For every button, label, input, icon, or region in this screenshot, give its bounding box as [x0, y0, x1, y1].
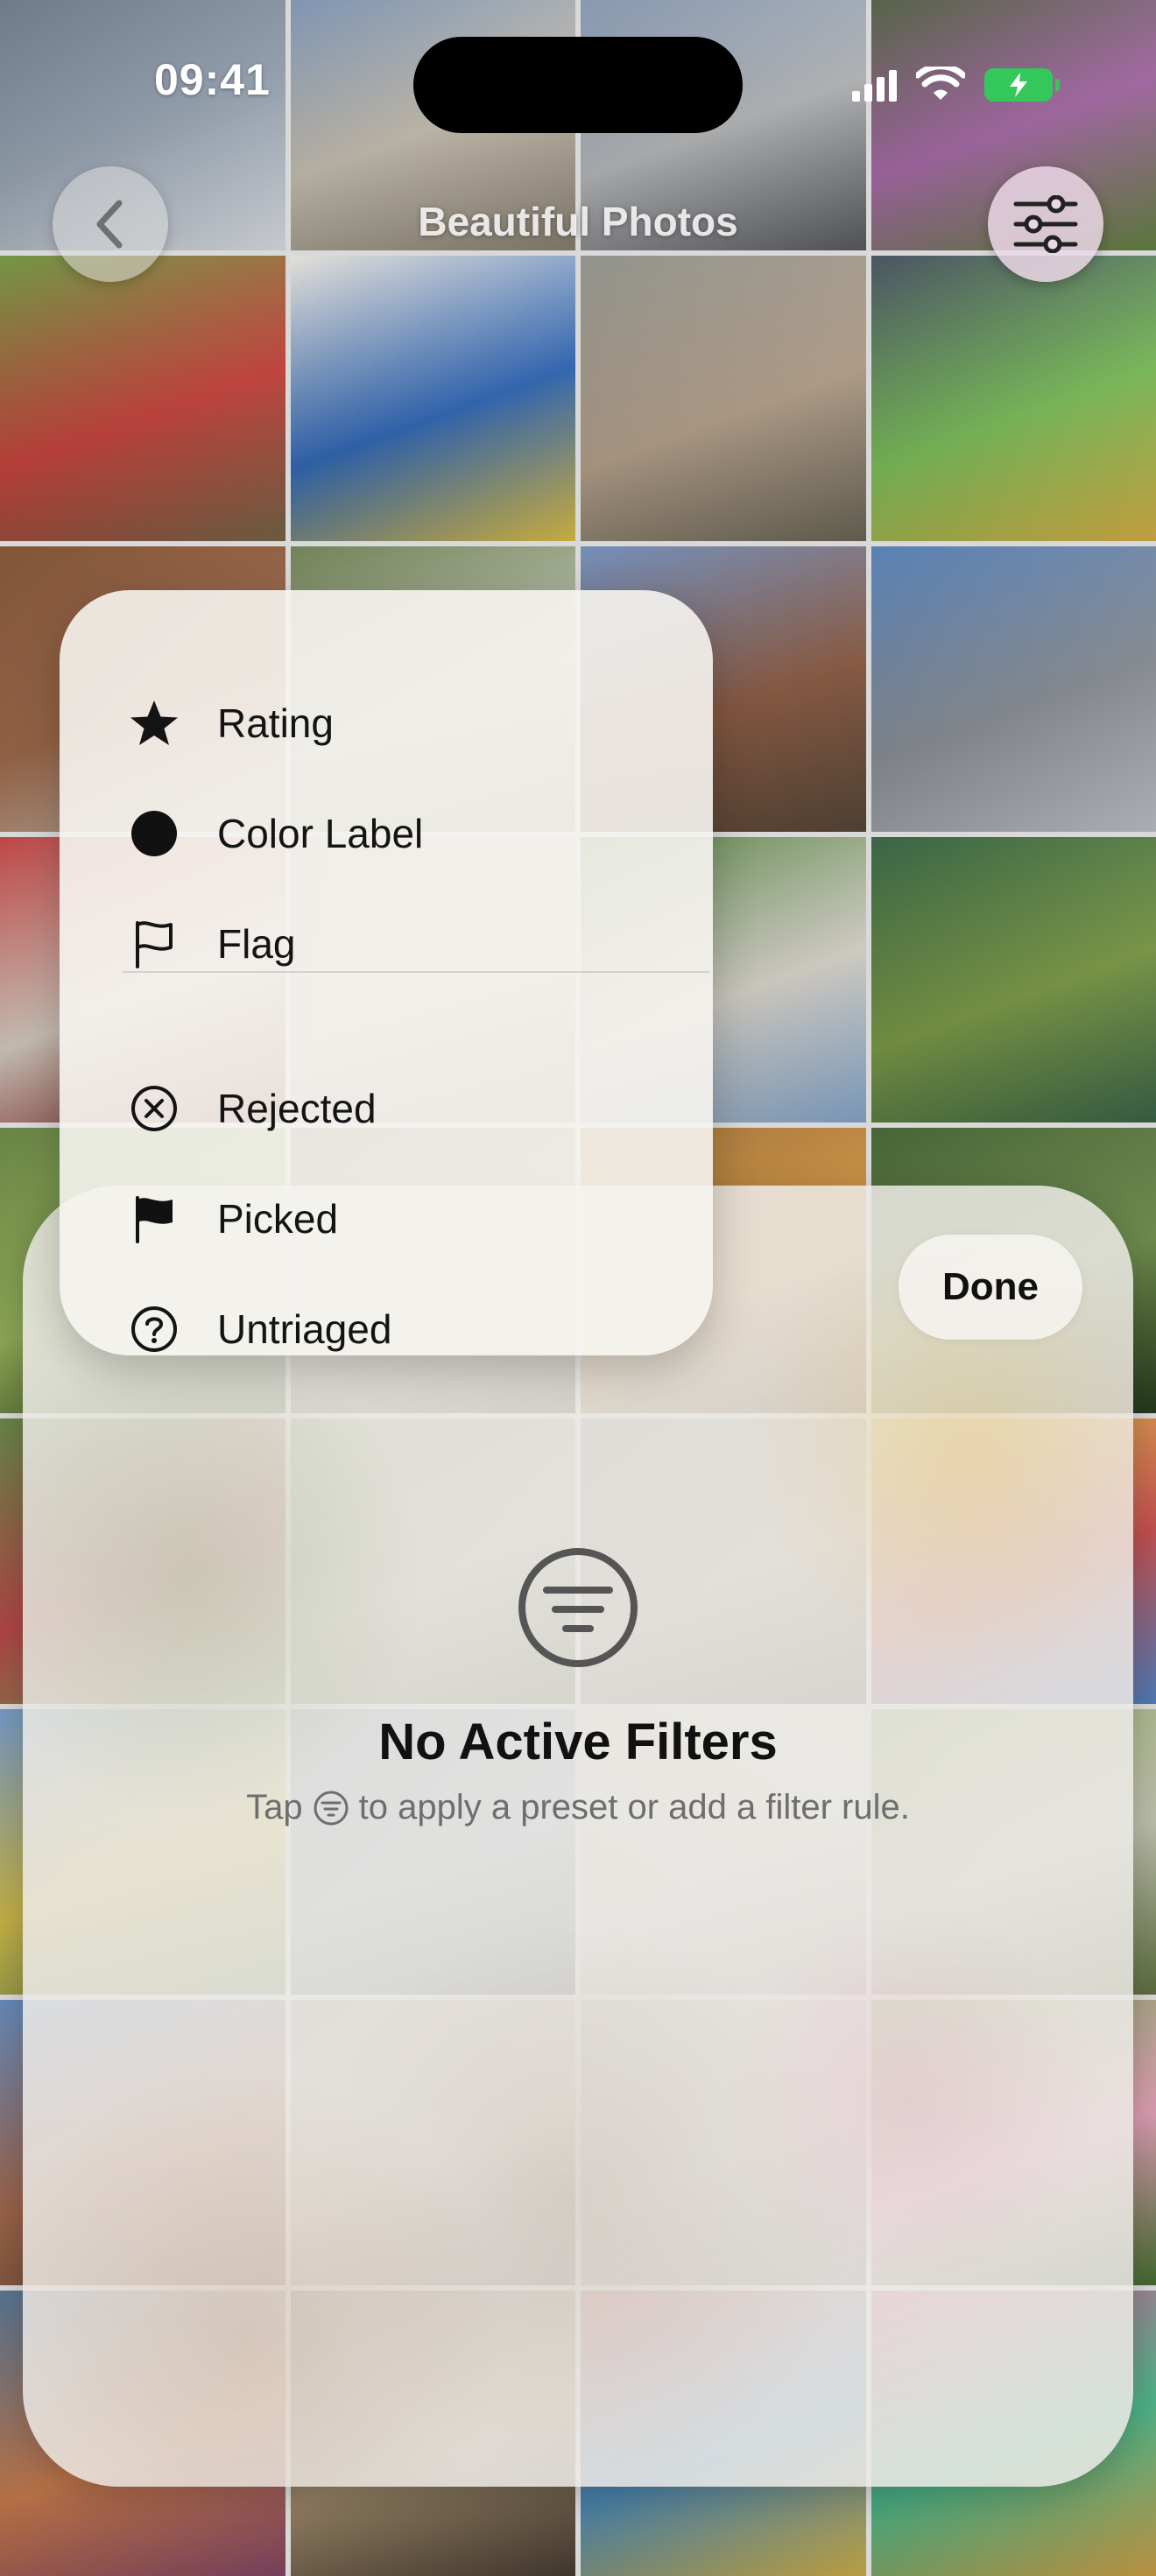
- filled-circle-icon: [128, 807, 180, 860]
- charging-bolt-icon: [1007, 72, 1030, 98]
- flag-filled-icon: [128, 1193, 180, 1245]
- menu-item-rejected[interactable]: Rejected: [60, 1056, 713, 1161]
- menu-item-untriaged[interactable]: Untriaged: [60, 1277, 713, 1355]
- sheet-backdrop: [23, 1186, 1133, 2487]
- photo-toy-and-package[interactable]: [291, 256, 576, 541]
- question-circle-icon: [128, 1303, 180, 1355]
- sliders-icon: [1012, 195, 1079, 253]
- menu-item-label: Picked: [217, 1195, 338, 1242]
- empty-state-subtitle: Tap to apply a preset or add a filter ru…: [23, 1788, 1133, 1827]
- menu-item-picked[interactable]: Picked: [60, 1166, 713, 1271]
- battery-icon: [984, 68, 1053, 102]
- done-button[interactable]: Done: [899, 1235, 1082, 1340]
- wifi-icon: [916, 67, 965, 103]
- empty-subtitle-prefix: Tap: [246, 1788, 303, 1827]
- filter-type-menu: Rating Color Label Flag Rejected Picked …: [60, 590, 713, 1355]
- menu-item-rating[interactable]: Rating: [60, 671, 713, 776]
- photo-graduation[interactable]: [871, 837, 1156, 1123]
- photo-bare-trees[interactable]: [581, 256, 866, 541]
- menu-item-label: Rejected: [217, 1085, 377, 1132]
- empty-subtitle-suffix: to apply a preset or add a filter rule.: [359, 1788, 910, 1827]
- filter-sheet: Done No Active Filters Tap to apply a pr…: [23, 1186, 1133, 2487]
- menu-item-color-label[interactable]: Color Label: [60, 781, 713, 886]
- photo-tulip-field[interactable]: [0, 256, 285, 541]
- menu-item-label: Flag: [217, 920, 295, 968]
- cellular-signal-icon: [852, 68, 897, 102]
- menu-separator: [123, 971, 709, 973]
- status-bar: 09:41: [0, 0, 1156, 158]
- star-icon: [128, 697, 180, 750]
- photo-fruit-bowl[interactable]: [871, 256, 1156, 541]
- status-time: 09:41: [154, 54, 271, 105]
- page-title: Beautiful Photos: [0, 198, 1156, 245]
- menu-item-label: Rating: [217, 700, 334, 747]
- inline-filter-icon: [312, 1789, 350, 1827]
- menu-item-label: Color Label: [217, 810, 423, 857]
- flag-outline-icon: [128, 918, 180, 970]
- empty-state-title: No Active Filters: [23, 1713, 1133, 1771]
- menu-item-flag[interactable]: Flag: [60, 891, 713, 996]
- dynamic-island: [413, 37, 743, 133]
- photo-city-skyline[interactable]: [871, 546, 1156, 832]
- menu-item-label: Untriaged: [217, 1306, 391, 1353]
- x-circle-icon: [128, 1082, 180, 1135]
- filter-settings-button[interactable]: [988, 166, 1103, 282]
- filter-circle-icon: [515, 1545, 641, 1671]
- status-icons: [852, 67, 1053, 103]
